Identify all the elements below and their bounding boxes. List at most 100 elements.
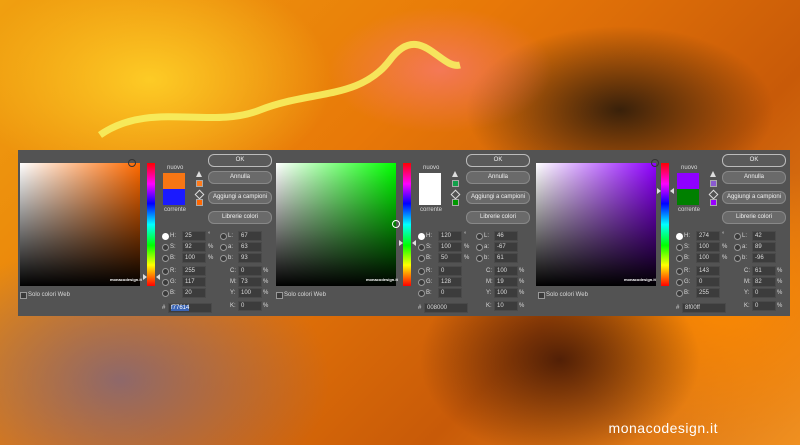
green-input[interactable]: 128 [438,277,462,287]
hue-slider[interactable] [147,163,155,286]
magenta-input[interactable]: 19 [494,277,518,287]
lab-l-radio[interactable] [734,233,741,240]
color-field[interactable] [20,163,140,286]
lab-b-radio[interactable] [476,255,483,262]
red-input[interactable]: 143 [696,266,720,276]
web-safe-cube-icon[interactable] [450,189,461,200]
brightness-input[interactable]: 50 [438,253,462,263]
hue-input[interactable]: 274 [696,231,720,241]
red-input[interactable]: 0 [438,266,462,276]
brightness-input[interactable]: 100 [182,253,206,263]
cancel-button[interactable]: Annulla [722,171,786,184]
lab-l-input[interactable]: 67 [238,231,262,241]
red-radio[interactable] [162,268,169,275]
color-field-cursor[interactable] [128,159,136,167]
lab-a-radio[interactable] [734,244,741,251]
black-input[interactable]: 0 [752,301,776,311]
current-color-swatch[interactable] [419,189,441,205]
brightness-input[interactable]: 100 [696,253,720,263]
lab-l-input[interactable]: 42 [752,231,776,241]
red-radio[interactable] [676,268,683,275]
yellow-input[interactable]: 100 [238,288,262,298]
magenta-input[interactable]: 73 [238,277,262,287]
hue-slider[interactable] [403,163,411,286]
color-libraries-button[interactable]: Librerie colori [722,211,786,224]
hue-slider[interactable] [661,163,669,286]
web-safe-swatch[interactable] [710,199,717,206]
lab-l-radio[interactable] [476,233,483,240]
color-field[interactable] [536,163,656,286]
black-input[interactable]: 0 [238,301,262,311]
gamut-swatch[interactable] [196,180,203,187]
gamut-warning-icon[interactable] [452,171,458,177]
green-radio[interactable] [676,279,683,286]
web-safe-swatch[interactable] [452,199,459,206]
saturation-radio[interactable] [676,244,683,251]
web-colors-checkbox[interactable] [20,292,27,299]
lab-a-radio[interactable] [220,244,227,251]
hue-input[interactable]: 120 [438,231,462,241]
color-field[interactable] [276,163,396,286]
web-colors-checkbox[interactable] [538,292,545,299]
hue-radio[interactable] [162,233,169,240]
current-color-swatch[interactable] [677,189,699,205]
cyan-input[interactable]: 61 [752,266,776,276]
red-radio[interactable] [418,268,425,275]
color-libraries-button[interactable]: Librerie colori [208,211,272,224]
hex-input[interactable]: f77614 [168,303,212,313]
red-input[interactable]: 255 [182,266,206,276]
blue-radio[interactable] [418,290,425,297]
hue-radio[interactable] [676,233,683,240]
current-color-swatch[interactable] [163,189,185,205]
brightness-radio[interactable] [418,255,425,262]
hue-slider-left-arrow[interactable] [657,188,661,194]
green-radio[interactable] [418,279,425,286]
lab-a-input[interactable]: -67 [494,242,518,252]
hue-slider-right-arrow[interactable] [156,274,160,280]
cancel-button[interactable]: Annulla [208,171,272,184]
cancel-button[interactable]: Annulla [466,171,530,184]
hue-slider-left-arrow[interactable] [399,240,403,246]
lab-a-input[interactable]: 63 [238,242,262,252]
brightness-radio[interactable] [676,255,683,262]
web-safe-cube-icon[interactable] [194,189,205,200]
gamut-swatch[interactable] [710,180,717,187]
lab-b-input[interactable]: -96 [752,253,776,263]
green-input[interactable]: 117 [182,277,206,287]
brightness-radio[interactable] [162,255,169,262]
gamut-warning-icon[interactable] [710,171,716,177]
saturation-radio[interactable] [162,244,169,251]
blue-input[interactable]: 255 [696,288,720,298]
saturation-input[interactable]: 100 [438,242,462,252]
lab-b-radio[interactable] [220,255,227,262]
lab-l-input[interactable]: 46 [494,231,518,241]
saturation-radio[interactable] [418,244,425,251]
lab-a-radio[interactable] [476,244,483,251]
add-to-swatches-button[interactable]: Aggiungi a campioni [208,191,272,204]
hue-input[interactable]: 25 [182,231,206,241]
web-safe-cube-icon[interactable] [708,189,719,200]
gamut-warning-icon[interactable] [196,171,202,177]
add-to-swatches-button[interactable]: Aggiungi a campioni [722,191,786,204]
lab-b-radio[interactable] [734,255,741,262]
lab-l-radio[interactable] [220,233,227,240]
yellow-input[interactable]: 100 [494,288,518,298]
hue-radio[interactable] [418,233,425,240]
blue-input[interactable]: 0 [438,288,462,298]
hue-slider-right-arrow[interactable] [412,240,416,246]
gamut-swatch[interactable] [452,180,459,187]
color-libraries-button[interactable]: Librerie colori [466,211,530,224]
lab-a-input[interactable]: 89 [752,242,776,252]
blue-radio[interactable] [676,290,683,297]
color-field-cursor[interactable] [392,220,400,228]
yellow-input[interactable]: 0 [752,288,776,298]
green-input[interactable]: 0 [696,277,720,287]
add-to-swatches-button[interactable]: Aggiungi a campioni [466,191,530,204]
lab-b-input[interactable]: 61 [494,253,518,263]
saturation-input[interactable]: 100 [696,242,720,252]
hue-slider-right-arrow[interactable] [670,188,674,194]
ok-button[interactable]: OK [208,154,272,167]
color-field-cursor[interactable] [651,159,659,167]
cyan-input[interactable]: 0 [238,266,262,276]
magenta-input[interactable]: 82 [752,277,776,287]
